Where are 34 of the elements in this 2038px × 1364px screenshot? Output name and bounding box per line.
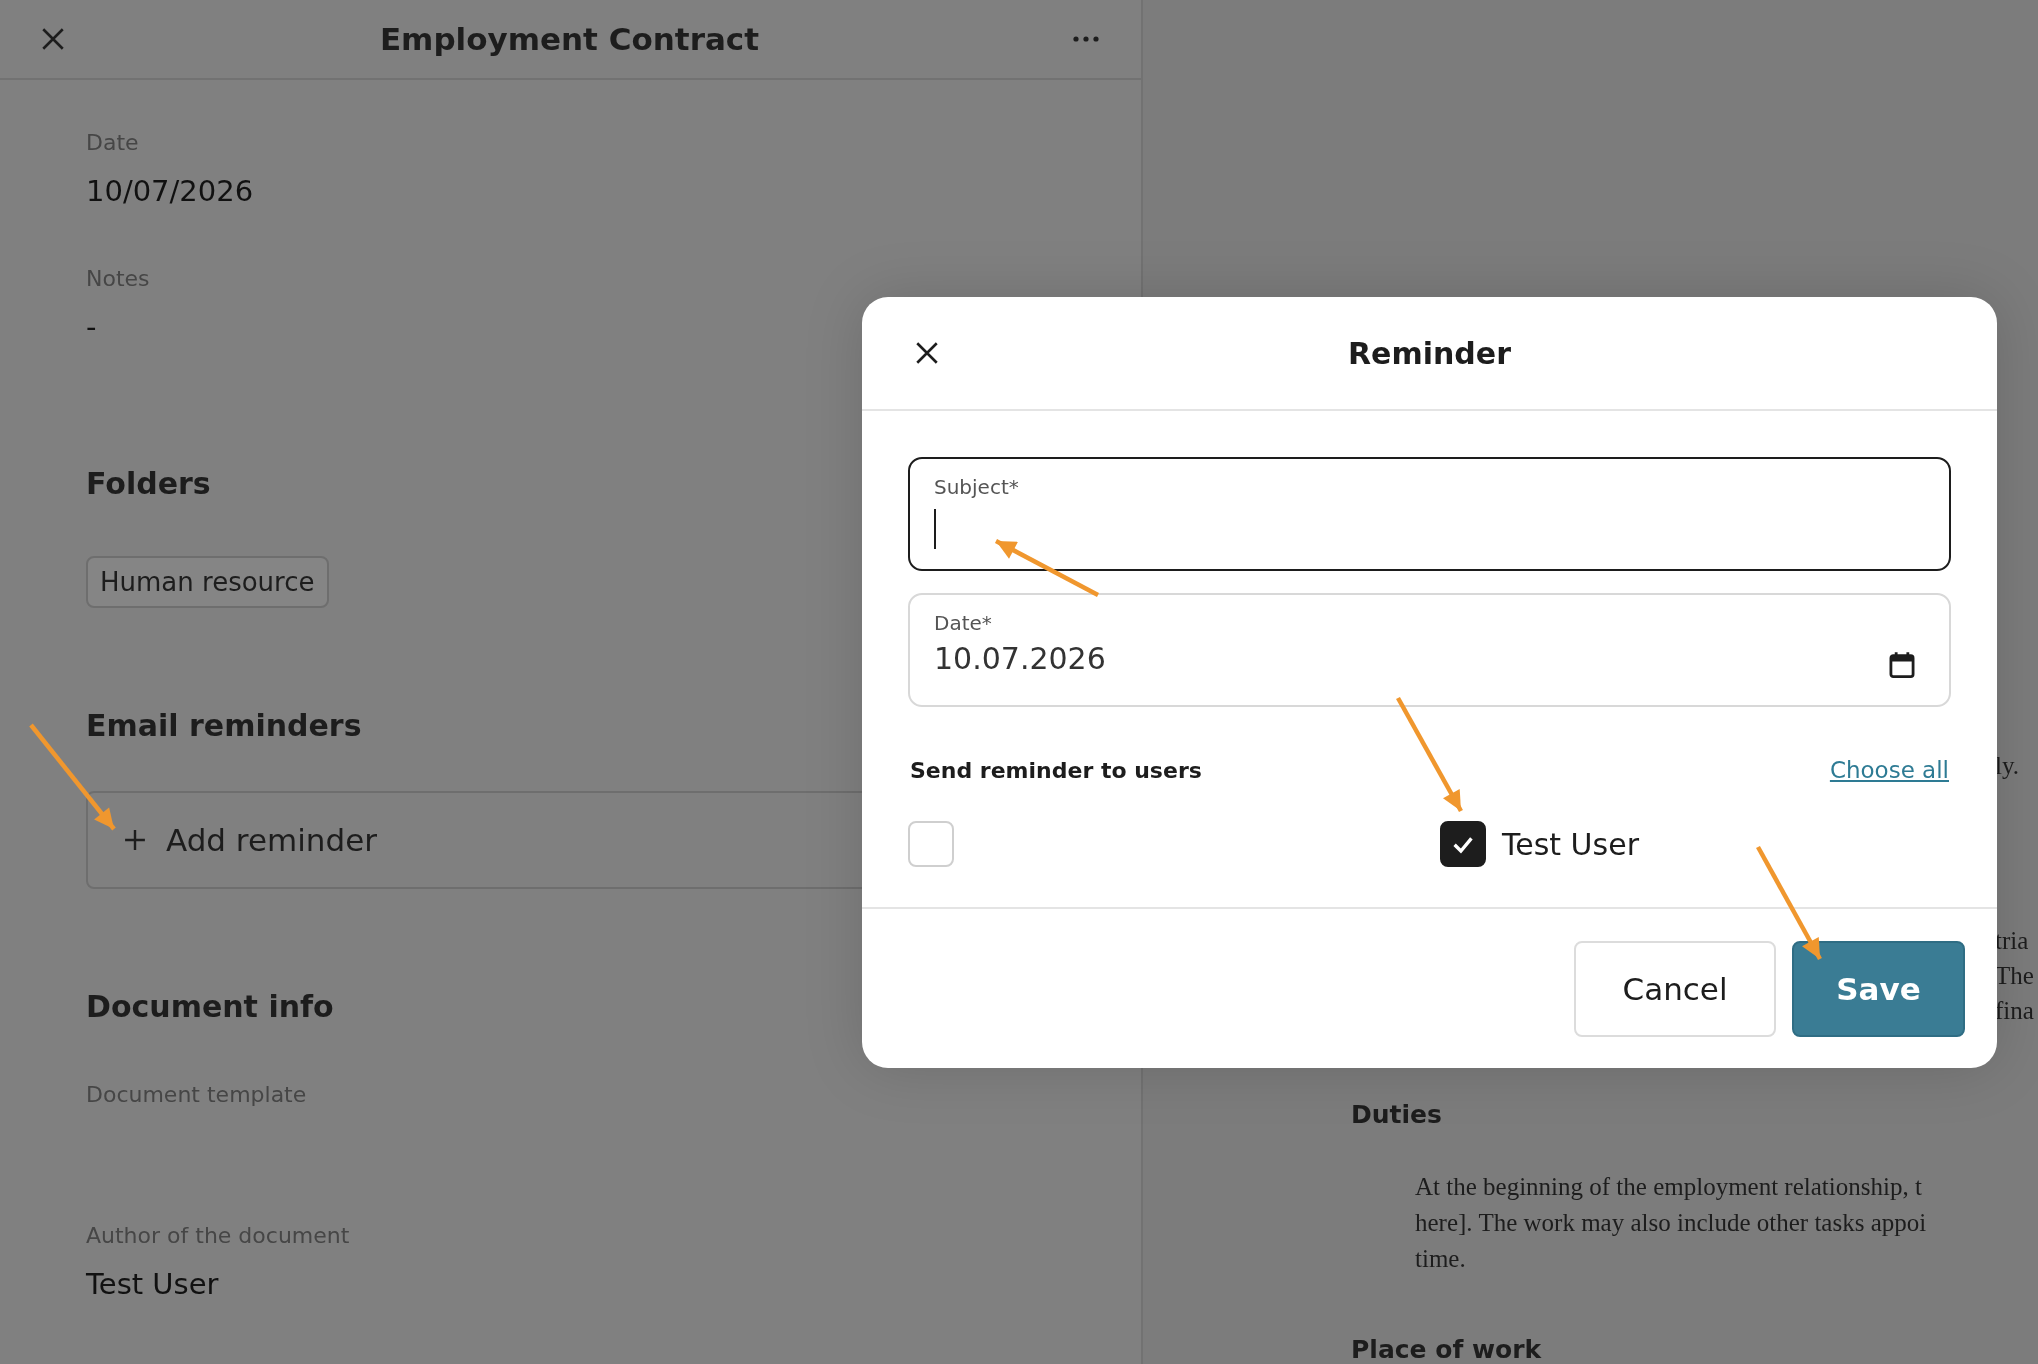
document-heading: Place of work (1351, 1335, 1543, 1364)
close-icon[interactable] (914, 340, 940, 366)
cancel-button[interactable]: Cancel (1574, 940, 1776, 1037)
document-heading: Duties (1351, 1100, 1443, 1129)
plus-icon (124, 829, 146, 851)
date-field[interactable]: Date* 10.07.2026 (908, 593, 1951, 707)
field-label: Document template (86, 1082, 307, 1107)
subject-field[interactable]: Subject* (908, 457, 1951, 571)
document-text: time. (1415, 1244, 1467, 1274)
field-value: 10/07/2026 (86, 174, 254, 208)
section-heading: Email reminders (86, 708, 362, 743)
save-button[interactable]: Save (1792, 940, 1965, 1037)
field-value: Test User (86, 1267, 220, 1301)
section-heading: Folders (86, 466, 211, 501)
section-heading: Document info (86, 989, 334, 1024)
calendar-icon[interactable] (1889, 651, 1915, 679)
more-icon[interactable] (1073, 36, 1099, 42)
dialog-title: Reminder (1348, 335, 1511, 371)
checkbox[interactable] (1440, 821, 1486, 867)
folder-tag[interactable]: Human resource (86, 556, 329, 608)
document-text: here]. The work may also include other tasks appoi (1415, 1208, 1928, 1238)
users-label: Send reminder to users (910, 757, 1202, 783)
document-text: fina (1995, 996, 2034, 1026)
document-text: The (1995, 961, 2034, 991)
field-label: Date (86, 130, 140, 155)
document-text: ly. (1995, 751, 2021, 781)
field-label: Author of the document (86, 1223, 350, 1248)
document-text: At the beginning of the employment relationship, t (1415, 1172, 1923, 1202)
field-label: Notes (86, 266, 150, 291)
field-value: - (86, 310, 98, 344)
panel-title: Employment Contract (379, 21, 760, 57)
user-name: Test User (1502, 826, 1639, 862)
choose-all-link[interactable]: Choose all (1829, 757, 1949, 783)
document-text: tria (1995, 926, 2030, 956)
